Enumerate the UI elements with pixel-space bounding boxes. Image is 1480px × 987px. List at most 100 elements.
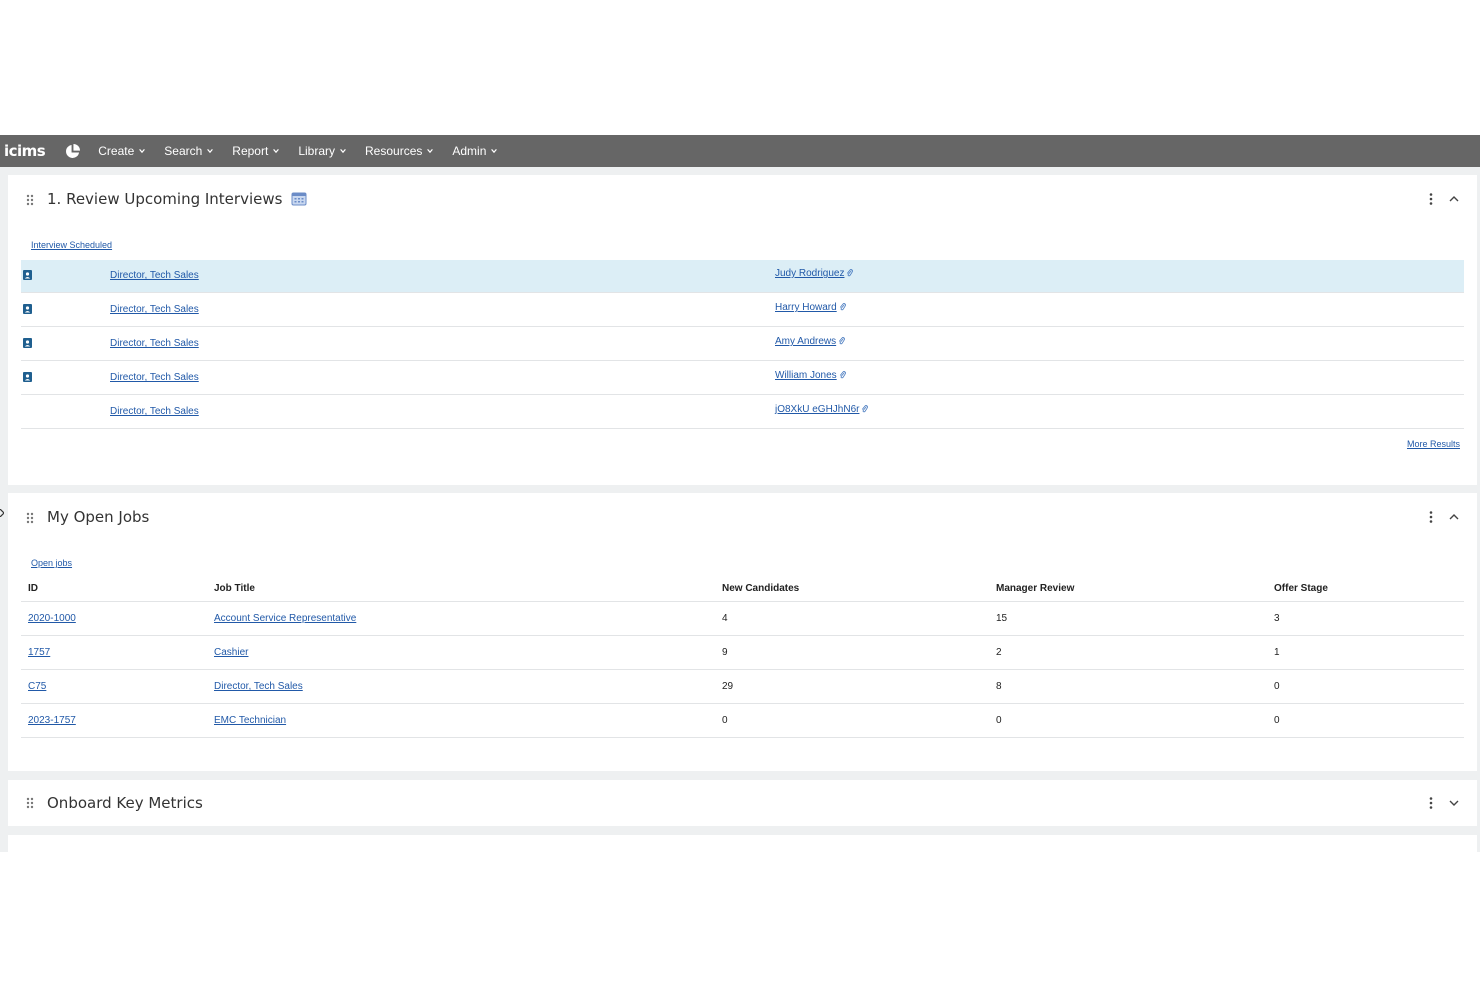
chevron-up-icon[interactable] (1449, 513, 1459, 521)
manager-review-count: 8 (996, 681, 1002, 692)
next-panel-partial (8, 835, 1477, 852)
chevron-down-icon[interactable] (1449, 799, 1459, 807)
candidate-link[interactable]: William Jones (775, 370, 837, 381)
sidebar-expand-arrow-icon[interactable] (0, 509, 4, 517)
open-jobs-panel-title: My Open Jobs (47, 508, 150, 526)
job-id-link[interactable]: C75 (28, 681, 46, 692)
offer-stage-count: 1 (1274, 647, 1280, 658)
column-header-id[interactable]: ID (28, 583, 38, 594)
nav-report[interactable]: Report (232, 144, 280, 158)
app-window: icims Create Search Report Library Resou… (0, 135, 1480, 852)
job-title-link[interactable]: EMC Technician (214, 715, 286, 726)
job-title-link[interactable]: Cashier (214, 647, 248, 658)
interviews-title-text: 1. Review Upcoming Interviews (47, 190, 283, 208)
job-title-link[interactable]: Account Service Representative (214, 613, 356, 624)
table-row[interactable]: Director, Tech Sales jO8XkU eGHJhN6r (21, 396, 1464, 429)
chevron-down-icon (340, 149, 346, 154)
drag-handle-icon[interactable] (26, 512, 34, 524)
candidate-cell: jO8XkU eGHJhN6r (775, 404, 869, 415)
paperclip-icon[interactable] (846, 268, 854, 277)
interviews-panel-title: 1. Review Upcoming Interviews (47, 190, 307, 208)
nav-admin[interactable]: Admin (452, 144, 498, 158)
calendar-icon (291, 192, 307, 206)
nav-search-label: Search (164, 144, 203, 158)
chevron-down-icon (427, 149, 434, 154)
open-jobs-link[interactable]: Open jobs (31, 558, 72, 568)
more-options-icon[interactable] (1429, 511, 1433, 523)
icims-logo[interactable]: icims (4, 142, 46, 160)
new-candidates-count: 4 (722, 613, 728, 624)
manager-review-count: 15 (996, 613, 1008, 624)
drag-handle-icon[interactable] (26, 797, 34, 809)
person-profile-icon (23, 338, 32, 348)
candidate-link[interactable]: Amy Andrews (775, 336, 836, 347)
new-candidates-count: 9 (722, 647, 728, 658)
candidate-link[interactable]: Harry Howard (775, 302, 837, 313)
table-row: C75 Director, Tech Sales 29 8 0 (21, 671, 1464, 704)
person-profile-icon (23, 304, 32, 314)
job-title-link[interactable]: Director, Tech Sales (110, 338, 199, 349)
nav-resources-label: Resources (365, 144, 423, 158)
person-profile-icon (23, 270, 32, 280)
onboard-metrics-panel-header[interactable]: Onboard Key Metrics (8, 780, 1477, 826)
nav-search[interactable]: Search (164, 144, 214, 158)
chevron-down-icon (273, 149, 280, 154)
manager-review-count: 0 (996, 715, 1002, 726)
paperclip-icon[interactable] (839, 302, 846, 311)
person-profile-icon (23, 372, 32, 382)
onboard-metrics-panel: Onboard Key Metrics (8, 780, 1477, 826)
interviews-panel-header: 1. Review Upcoming Interviews (8, 175, 1477, 223)
open-jobs-panel-header: My Open Jobs (8, 493, 1477, 541)
job-title-link[interactable]: Director, Tech Sales (110, 372, 199, 383)
table-row: 1757 Cashier 9 2 1 (21, 637, 1464, 670)
chevron-up-icon[interactable] (1449, 195, 1459, 203)
manager-review-count: 2 (996, 647, 1002, 658)
offer-stage-count: 0 (1274, 715, 1280, 726)
candidate-link[interactable]: Judy Rodriguez (775, 268, 844, 279)
dashboard-pie-icon[interactable] (65, 143, 81, 159)
nav-resources[interactable]: Resources (365, 144, 434, 158)
job-id-link[interactable]: 2023-1757 (28, 715, 76, 726)
job-id-link[interactable]: 1757 (28, 647, 50, 658)
offer-stage-count: 3 (1274, 613, 1280, 624)
job-id-link[interactable]: 2020-1000 (28, 613, 76, 624)
table-row[interactable]: Director, Tech Sales Harry Howard (21, 294, 1464, 327)
job-title-link[interactable]: Director, Tech Sales (110, 406, 199, 417)
candidate-link[interactable]: jO8XkU eGHJhN6r (775, 404, 859, 415)
candidate-cell: Amy Andrews (775, 336, 846, 347)
candidate-cell: William Jones (775, 370, 846, 381)
column-header-offer-stage[interactable]: Offer Stage (1274, 583, 1328, 594)
table-row[interactable]: Director, Tech Sales Amy Andrews (21, 328, 1464, 361)
nav-report-label: Report (232, 144, 269, 158)
table-row: 2023-1757 EMC Technician 0 0 0 (21, 705, 1464, 738)
column-header-manager-review[interactable]: Manager Review (996, 583, 1074, 594)
paperclip-icon[interactable] (839, 370, 846, 379)
chevron-down-icon (491, 149, 498, 154)
job-title-link[interactable]: Director, Tech Sales (214, 681, 303, 692)
more-options-icon[interactable] (1429, 193, 1433, 205)
nav-create[interactable]: Create (98, 144, 146, 158)
interview-scheduled-link[interactable]: Interview Scheduled (31, 240, 112, 250)
more-options-icon[interactable] (1429, 797, 1433, 809)
chevron-down-icon (139, 149, 146, 154)
new-candidates-count: 0 (722, 715, 728, 726)
paperclip-icon[interactable] (861, 404, 869, 413)
onboard-metrics-panel-title: Onboard Key Metrics (47, 794, 203, 812)
offer-stage-count: 0 (1274, 681, 1280, 692)
job-title-link[interactable]: Director, Tech Sales (110, 270, 199, 281)
nav-library-label: Library (298, 144, 336, 158)
paperclip-icon[interactable] (838, 336, 846, 345)
drag-handle-icon[interactable] (26, 194, 34, 206)
table-header: ID Job Title New Candidates Manager Revi… (21, 576, 1464, 602)
column-header-new-candidates[interactable]: New Candidates (722, 583, 799, 594)
job-title-link[interactable]: Director, Tech Sales (110, 304, 199, 315)
candidate-cell: Harry Howard (775, 302, 846, 313)
table-row[interactable]: Director, Tech Sales William Jones (21, 362, 1464, 395)
candidate-cell: Judy Rodriguez (775, 268, 854, 279)
table-row[interactable]: Director, Tech Sales Judy Rodriguez (21, 260, 1464, 293)
more-results-link[interactable]: More Results (1407, 439, 1460, 449)
nav-create-label: Create (98, 144, 135, 158)
nav-library[interactable]: Library (298, 144, 347, 158)
chevron-down-icon (207, 149, 214, 154)
column-header-job-title[interactable]: Job Title (214, 583, 255, 594)
